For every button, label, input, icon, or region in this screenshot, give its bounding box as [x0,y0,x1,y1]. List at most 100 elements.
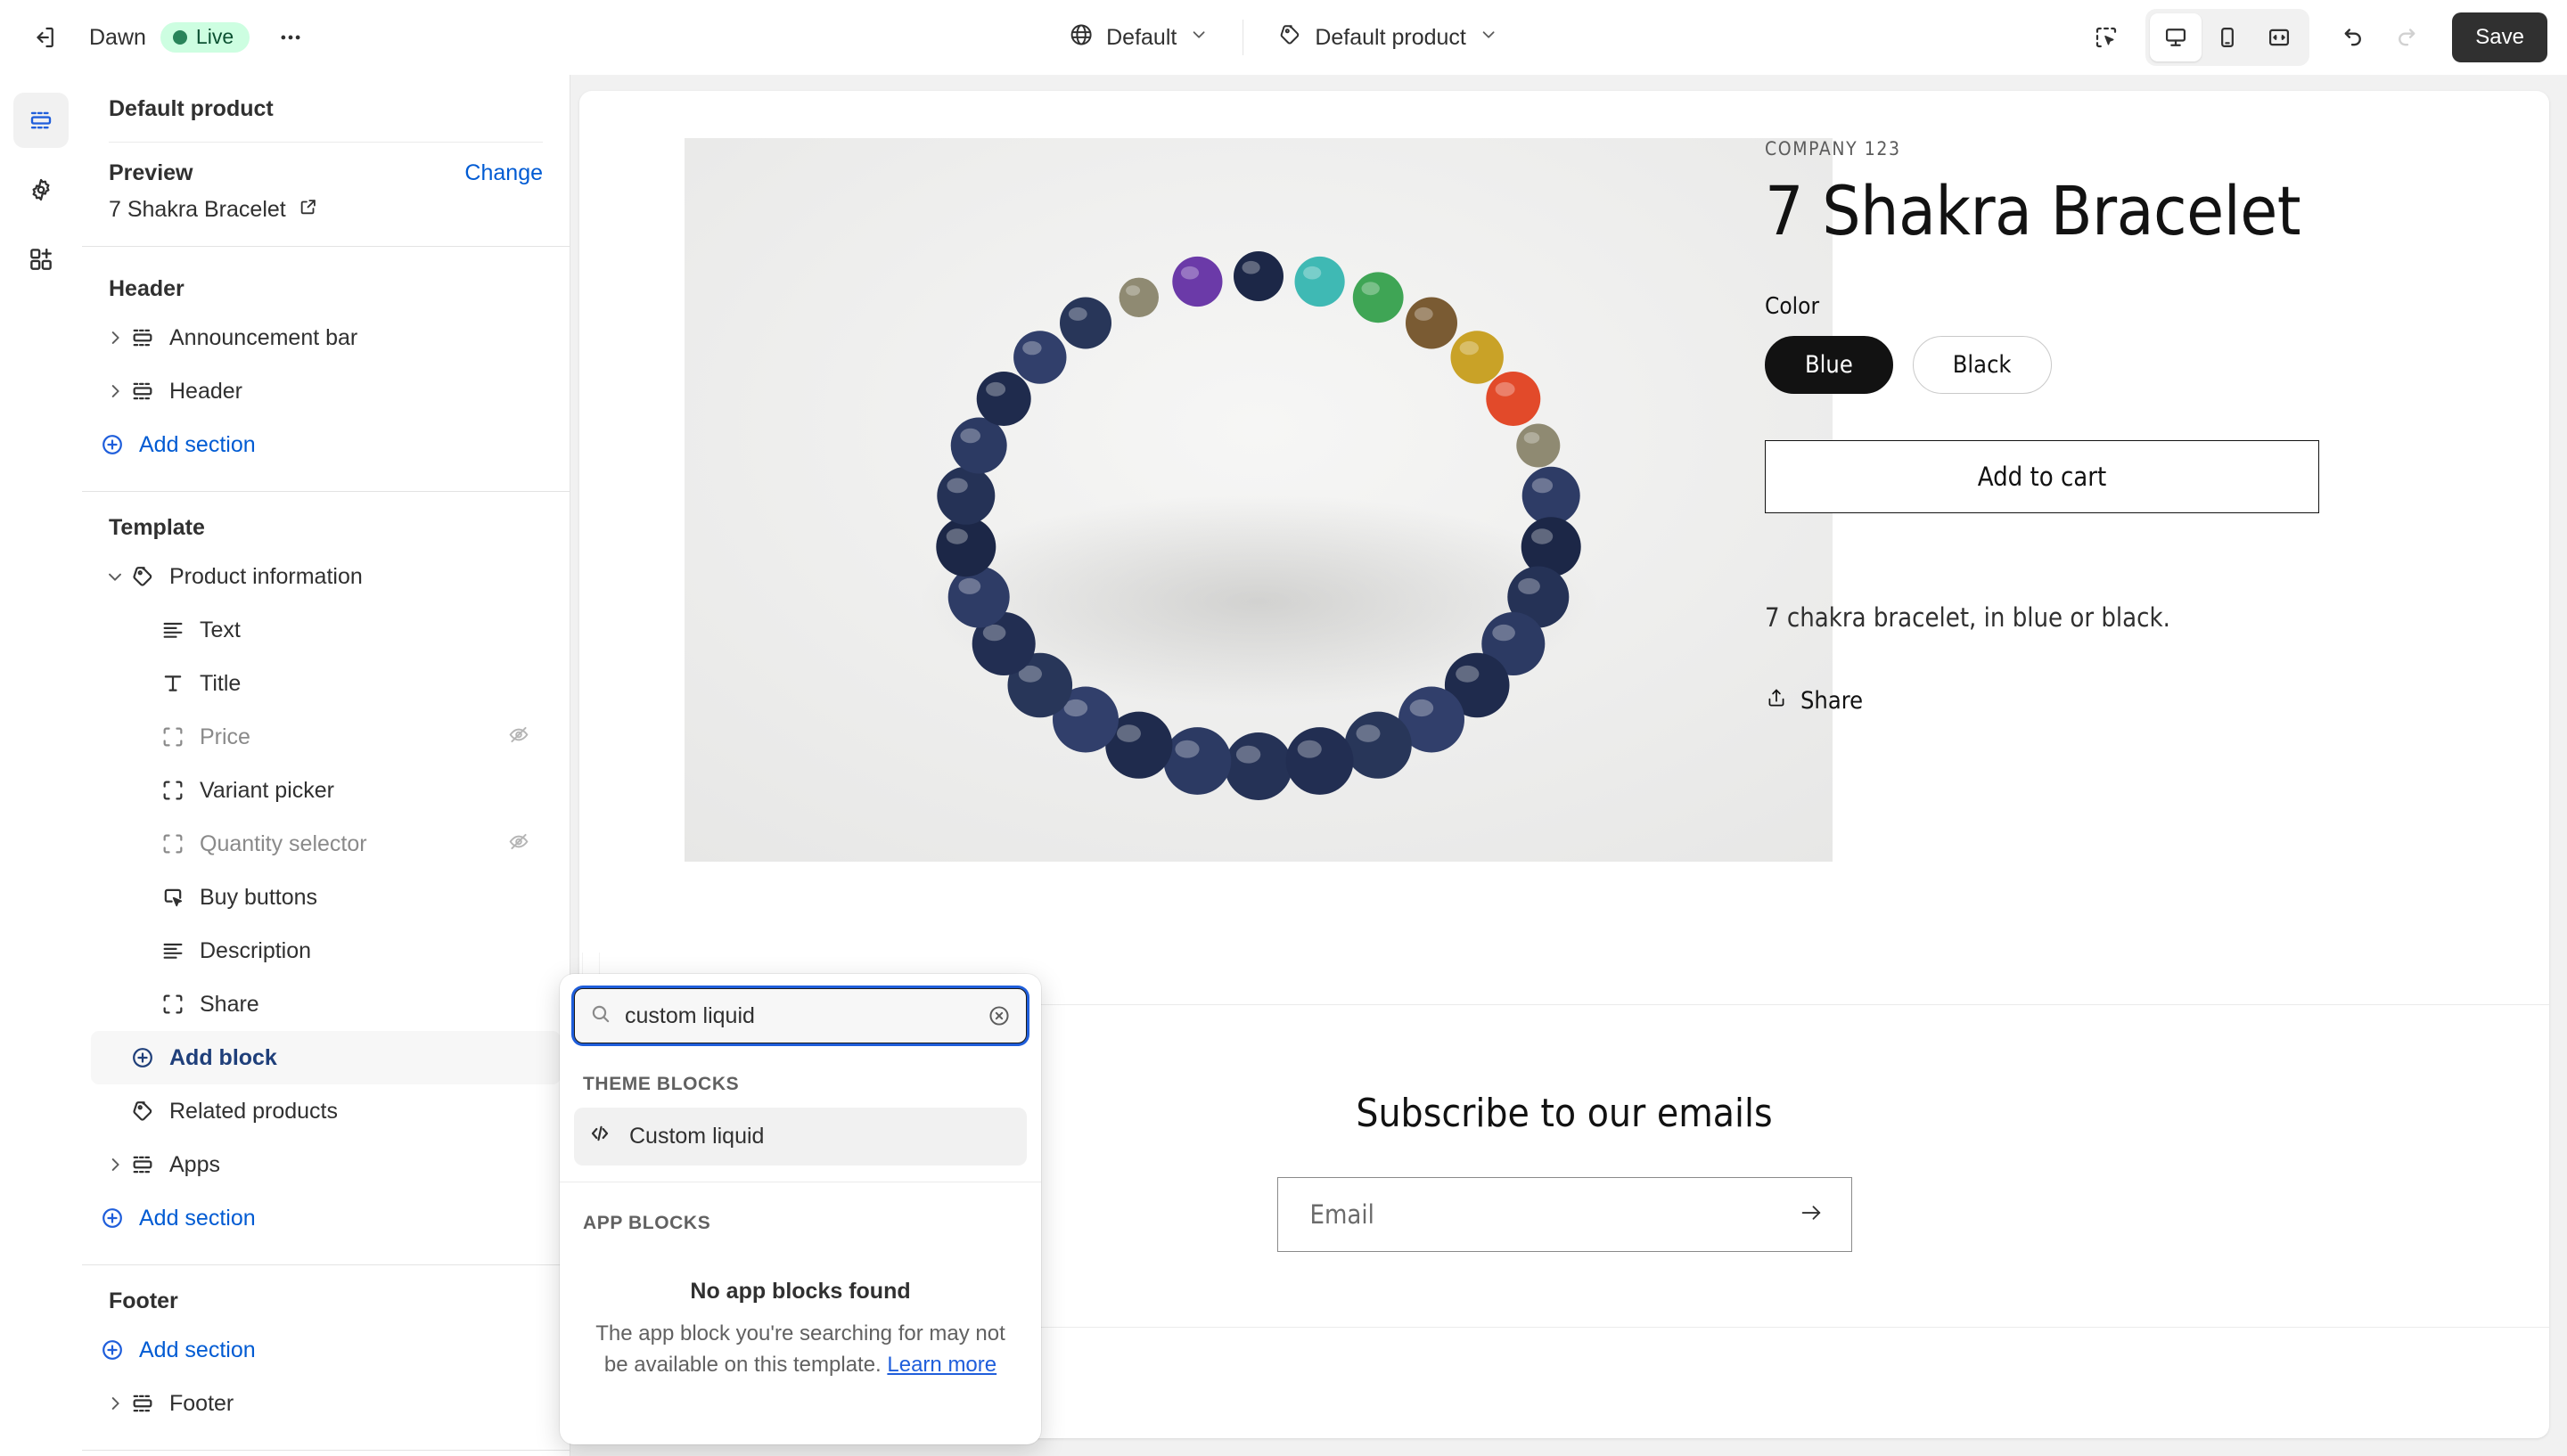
chevron-right-icon[interactable] [100,1394,130,1413]
template-selector[interactable]: Default product [1263,13,1513,62]
sidebar-item-label: Footer [169,1390,234,1416]
section-icon [130,1391,169,1416]
tag-icon [130,1099,169,1124]
product-description: 7 chakra bracelet, in blue or black. [1765,601,2170,633]
status-badge: Live [160,22,250,53]
plus-circle-icon [100,432,125,457]
tag-icon [130,564,169,589]
hidden-eye-off-icon[interactable] [507,724,530,751]
sidebar-item-label: Add section [139,431,256,457]
sidebar-item-label: Header [169,378,242,404]
sidebar-item-label: Apps [169,1151,220,1177]
block-search-field[interactable] [574,988,1027,1043]
preview-resource: 7 Shakra Bracelet [109,186,543,246]
save-button[interactable]: Save [2452,12,2547,62]
sidebar-item-label: Product information [169,563,363,589]
title-icon [160,671,200,696]
desktop-icon[interactable] [2150,13,2202,61]
preview-resource-label: 7 Shakra Bracelet [109,197,286,222]
rail-apps-add-icon[interactable] [13,232,69,287]
rail-sections-icon[interactable] [13,93,69,148]
sidebar-item-label: Quantity selector [200,830,367,856]
learn-more-link[interactable]: Learn more [887,1353,996,1377]
template-label: Default product [1315,24,1466,50]
sidebar-group-title: Template [109,515,205,540]
sidebar-item-related-products[interactable]: Related products [91,1084,561,1138]
newsletter-email-input[interactable] [1309,1199,1756,1230]
chevron-down-icon [1189,25,1209,51]
sidebar-item-share[interactable]: Share [91,977,561,1031]
share-icon [1765,686,1788,716]
text-icon [160,938,200,963]
sidebar-item-description[interactable]: Description [91,924,561,977]
preview-row: Preview Change [109,143,543,186]
exit-icon[interactable] [20,12,70,62]
sidebar-item-price[interactable]: Price [91,710,561,764]
chevron-down-icon[interactable] [100,567,130,586]
add-to-cart-button[interactable]: Add to cart [1765,439,2319,513]
plus-circle-icon [100,1337,125,1362]
search-input[interactable] [625,1002,974,1029]
sidebar-item-footer[interactable]: Footer [91,1377,561,1430]
inspector-icon[interactable] [2081,12,2131,62]
globe-icon [1069,22,1094,53]
product-title: 7 Shakra Bracelet [1765,171,2301,250]
empty-state-title: No app blocks found [690,1279,911,1304]
sidebar-item-quantity-selector[interactable]: Quantity selector [91,817,561,871]
chevron-right-icon[interactable] [100,1155,130,1174]
clear-circle-icon[interactable] [987,1003,1012,1028]
hidden-eye-off-icon[interactable] [507,830,530,858]
sidebar-item-add-section[interactable]: Add section [91,1191,561,1245]
sidebar-item-header[interactable]: Header [91,364,561,418]
sidebar-item-add-block[interactable]: Add block [91,1031,561,1084]
sidebar-item-label: Share [200,991,259,1017]
locale-selector[interactable]: Default [1054,13,1223,62]
undo-icon[interactable] [2327,12,2377,62]
sidebar-item-label: Buy buttons [200,884,318,910]
ellipsis-icon[interactable] [266,12,316,62]
sidebar-item-variant-picker[interactable]: Variant picker [91,764,561,817]
sidebar-item-apps[interactable]: Apps [91,1138,561,1191]
sidebar-item-product-information[interactable]: Product information [91,550,561,603]
section-icon [130,1152,169,1177]
sidebar-item-title[interactable]: Title [91,657,561,710]
block-option-custom-liquid[interactable]: Custom liquid [574,1108,1027,1166]
external-link-icon[interactable] [299,197,318,223]
block-icon [160,724,200,749]
sections-sidebar: Header Announcement bar Header Add secti… [82,75,570,1456]
preview-label: Preview [109,160,193,185]
change-preview-link[interactable]: Change [464,160,543,186]
chevron-right-icon[interactable] [100,381,130,401]
sidebar-scroll-area[interactable]: Header Announcement bar Header Add secti… [82,253,570,1456]
block-icon [160,992,200,1017]
rail-settings-gear-icon[interactable] [13,162,69,217]
sidebar-item-add-section[interactable]: Add section [91,418,561,471]
top-bar-center: Default Default product [1054,0,1513,75]
sidebar-item-label: Title [200,670,242,696]
theme-editor-app: Dawn Live Default Default product Save H… [0,0,2567,1456]
top-bar-left: Dawn Live [0,12,316,62]
variant-swatch-black[interactable]: Black [1912,335,2052,394]
sidebar-item-label: Add section [139,1205,256,1231]
chevron-right-icon[interactable] [100,328,130,348]
plus-circle-icon [100,1206,125,1231]
sidebar-item-announcement-bar[interactable]: Announcement bar [91,311,561,364]
mobile-icon[interactable] [2202,13,2253,61]
variant-swatch-blue[interactable]: Blue [1765,335,1893,394]
sidebar-item-buy-buttons[interactable]: Buy buttons [91,871,561,924]
left-icon-rail [0,75,82,1456]
sidebar-item-add-section[interactable]: Add section [91,1323,561,1377]
code-icon [588,1122,611,1151]
sidebar-item-label: Description [200,937,312,963]
device-toggle-group [2145,9,2310,66]
redo-icon [2382,12,2432,62]
locale-label: Default [1106,24,1177,50]
arrow-right-icon[interactable] [1798,1199,1825,1231]
fullwidth-icon[interactable] [2253,13,2305,61]
buy-button-icon [160,885,200,910]
sidebar-item-label: Price [200,724,250,749]
section-icon [130,325,169,350]
sidebar-item-text[interactable]: Text [91,603,561,657]
share-button[interactable]: Share [1765,686,2407,716]
sidebar-item-label: Variant picker [200,777,334,803]
